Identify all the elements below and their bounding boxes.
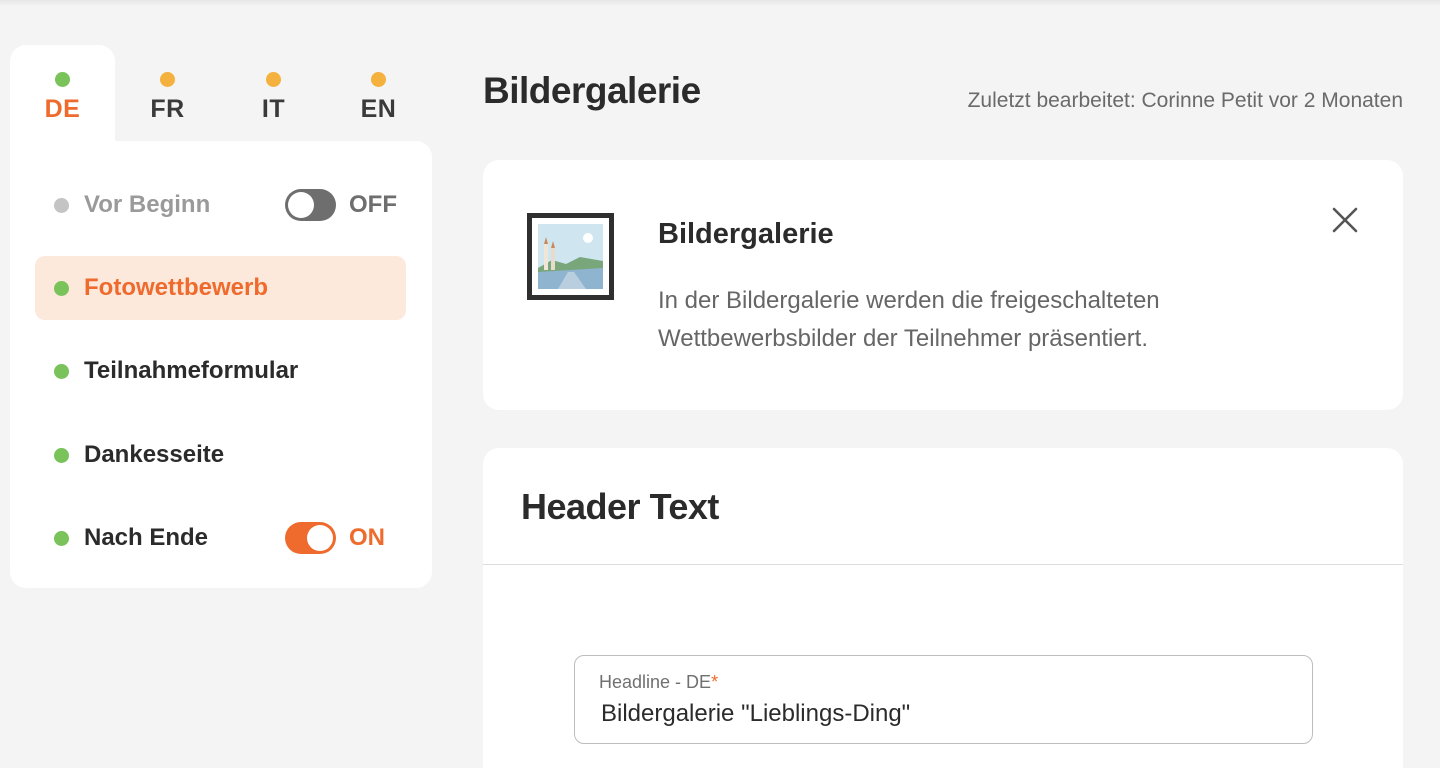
nav-item-fotowettbewerb[interactable]: Fotowettbewerb: [35, 256, 406, 320]
nav-item-vor-beginn[interactable]: Vor Beginn OFF: [35, 173, 406, 237]
lang-status-dot: [160, 72, 175, 87]
status-dot: [54, 530, 69, 546]
gallery-image-icon: [527, 213, 614, 300]
tab-lang-fr[interactable]: FR: [115, 45, 220, 141]
toggle-state-label: OFF: [349, 191, 397, 218]
status-dot: [54, 447, 69, 463]
section-divider: [483, 564, 1403, 565]
tab-lang-en[interactable]: EN: [326, 45, 431, 141]
header-text-section: Header Text Headline - DE* Bildergalerie…: [483, 448, 1403, 768]
nav-item-label: Fotowettbewerb: [84, 274, 268, 301]
nav-item-teilnahmeformular[interactable]: Teilnahmeformular: [35, 339, 406, 403]
info-card-description: In der Bildergalerie werden die freigesc…: [658, 287, 1160, 352]
lang-status-dot: [371, 72, 386, 87]
status-dot: [54, 197, 69, 213]
lang-status-dot: [55, 72, 70, 87]
nav-item-dankesseite[interactable]: Dankesseite: [35, 423, 406, 487]
nav-item-nach-ende[interactable]: Nach Ende ON: [35, 506, 406, 570]
tab-lang-de[interactable]: DE: [10, 45, 115, 141]
tab-lang-label: FR: [150, 95, 185, 123]
field-label: Headline - DE*: [599, 672, 718, 693]
page-navigation: Vor Beginn OFF Fotowettbewerb Teilnahmef…: [10, 141, 432, 588]
page-title: Bildergalerie: [483, 70, 701, 111]
tab-lang-label: DE: [44, 95, 81, 123]
tab-lang-label: IT: [261, 95, 286, 123]
headline-de-field[interactable]: Headline - DE* Bildergalerie "Lieblings-…: [574, 655, 1313, 744]
close-icon[interactable]: [1329, 204, 1361, 236]
nav-item-label: Nach Ende: [84, 524, 209, 551]
toggle-knob: [307, 525, 333, 551]
nav-item-label: Vor Beginn: [84, 191, 211, 218]
field-label-text: Headline - DE: [599, 672, 712, 692]
nach-ende-toggle[interactable]: [285, 522, 336, 554]
lang-status-dot: [266, 72, 281, 87]
section-title: Header Text: [521, 486, 719, 527]
nav-item-label: Teilnahmeformular: [84, 357, 299, 384]
vor-beginn-toggle[interactable]: [285, 189, 336, 221]
toggle-knob: [288, 192, 314, 218]
last-edited-info: Zuletzt bearbeitet: Corinne Petit vor 2 …: [967, 89, 1403, 112]
required-mark: *: [711, 672, 719, 692]
tab-lang-label: EN: [360, 95, 397, 123]
info-card-title: Bildergalerie: [658, 218, 834, 250]
top-shadow: [0, 0, 1440, 6]
tab-lang-it[interactable]: IT: [221, 45, 326, 141]
headline-de-input[interactable]: Bildergalerie "Lieblings-Ding": [601, 700, 910, 728]
status-dot: [54, 363, 69, 379]
language-tabs: DE FR IT EN: [10, 45, 432, 141]
nav-item-label: Dankesseite: [84, 441, 225, 468]
status-dot: [54, 280, 69, 296]
module-info-card: Bildergalerie In der Bildergalerie werde…: [483, 160, 1403, 410]
toggle-state-label: ON: [349, 524, 385, 551]
